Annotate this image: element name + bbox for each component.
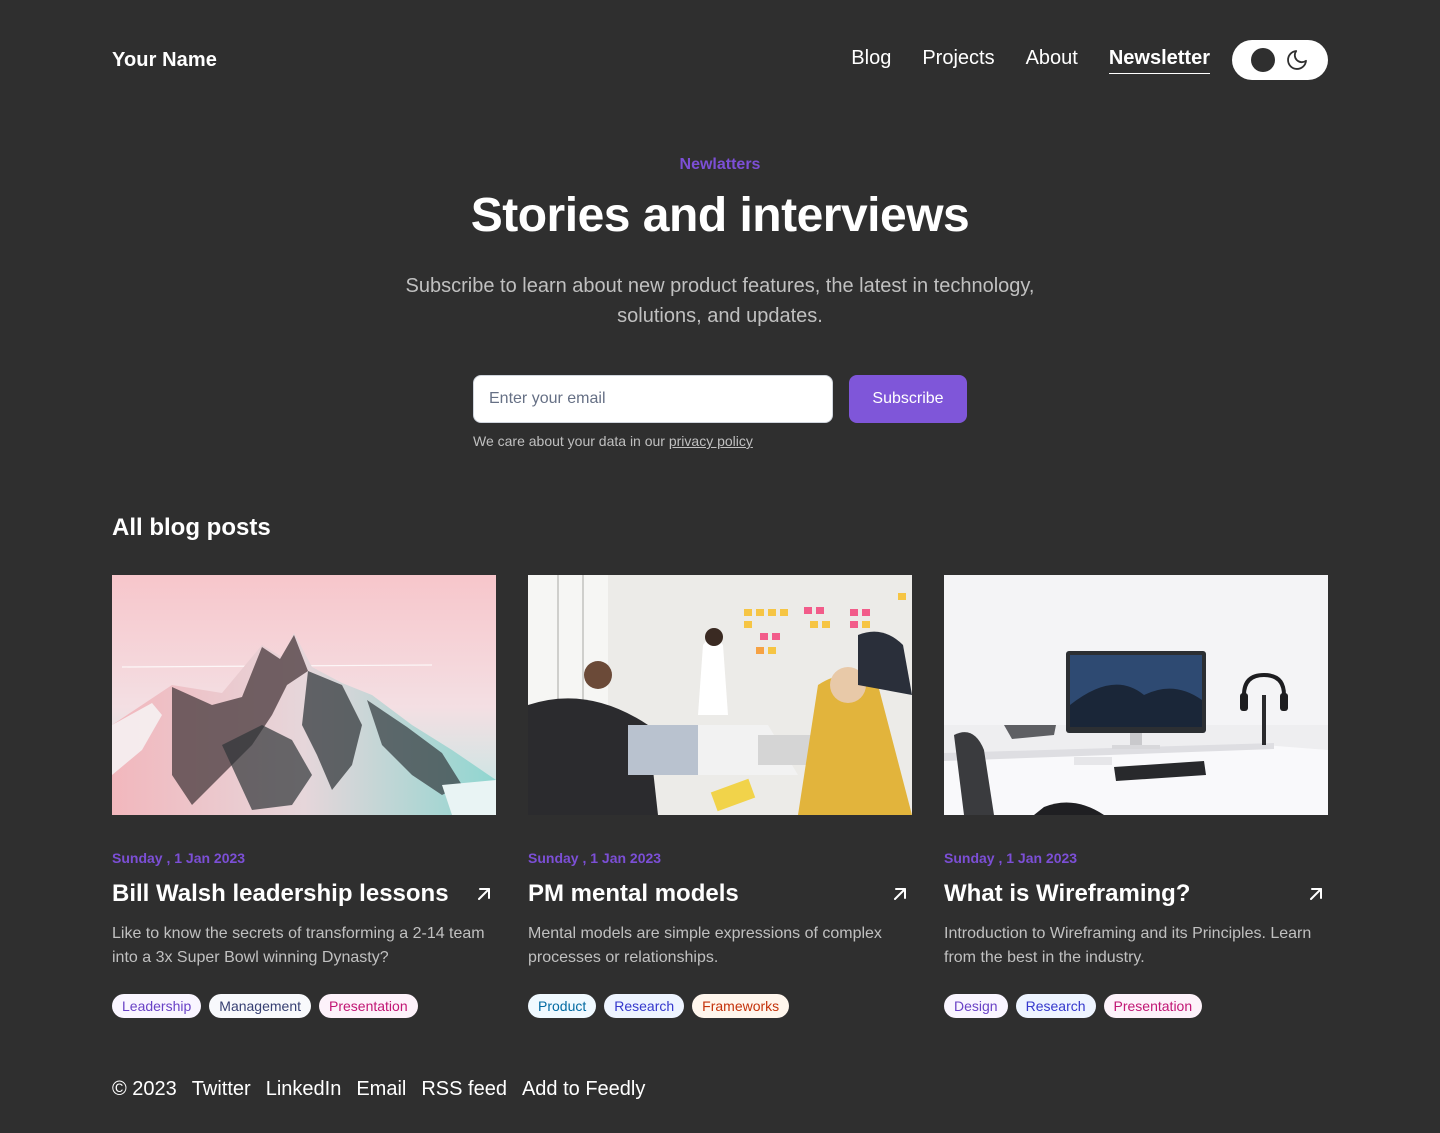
- nav-blog[interactable]: Blog: [851, 47, 891, 73]
- page-title: Stories and interviews: [470, 189, 970, 242]
- hero-eyebrow: Newlatters: [679, 156, 761, 173]
- post-tags: Design Research Presentation: [944, 994, 1328, 1018]
- tag-leadership[interactable]: Leadership: [112, 994, 202, 1018]
- post-tags: Leadership Management Presentation: [112, 994, 496, 1018]
- post-title-row: Bill Walsh leadership lessons: [112, 880, 496, 908]
- footer-link-email[interactable]: Email: [356, 1078, 406, 1101]
- tag-management[interactable]: Management: [209, 994, 311, 1018]
- footer-link-rss[interactable]: RSS feed: [421, 1078, 507, 1101]
- tag-product[interactable]: Product: [528, 994, 597, 1018]
- section-title: All blog posts: [112, 514, 271, 541]
- post-title[interactable]: PM mental models: [528, 880, 739, 908]
- tag-research[interactable]: Research: [604, 994, 685, 1018]
- arrow-up-right-icon[interactable]: [472, 882, 496, 906]
- toggle-knob-icon: [1251, 48, 1275, 72]
- tag-research[interactable]: Research: [1015, 994, 1096, 1018]
- site-logo[interactable]: Your Name: [112, 49, 217, 72]
- post-title-row: What is Wireframing?: [944, 880, 1328, 908]
- privacy-prefix: We care about your data in our: [473, 433, 669, 449]
- footer-link-twitter[interactable]: Twitter: [192, 1078, 251, 1101]
- post-date: Sunday , 1 Jan 2023: [944, 850, 1078, 866]
- footer-link-feedly[interactable]: Add to Feedly: [522, 1078, 645, 1101]
- post-title[interactable]: What is Wireframing?: [944, 880, 1190, 908]
- post-date: Sunday , 1 Jan 2023: [528, 850, 662, 866]
- tag-presentation[interactable]: Presentation: [319, 994, 418, 1018]
- hero-subtitle: Subscribe to learn about new product fea…: [405, 275, 1035, 327]
- tag-design[interactable]: Design: [944, 994, 1008, 1018]
- subscribe-button[interactable]: Subscribe: [849, 375, 967, 423]
- nav-projects[interactable]: Projects: [922, 47, 994, 73]
- post-title[interactable]: Bill Walsh leadership lessons: [112, 880, 449, 908]
- mountain-image[interactable]: [112, 575, 496, 815]
- copyright: © 2023: [112, 1078, 177, 1100]
- privacy-policy-link[interactable]: privacy policy: [669, 433, 753, 449]
- blog-card[interactable]: Sunday , 1 Jan 2023 PM mental models Men…: [528, 575, 912, 1018]
- post-description: Introduction to Wireframing and its Prin…: [944, 925, 1312, 966]
- tag-presentation[interactable]: Presentation: [1103, 994, 1203, 1018]
- meeting-image[interactable]: [528, 575, 912, 815]
- subscribe-form: Subscribe: [473, 375, 967, 423]
- site-footer: © 2023 Twitter LinkedIn Email RSS feed A…: [112, 1078, 1328, 1101]
- site-header: Your Name Blog Projects About Newsletter: [112, 40, 1328, 80]
- privacy-note: We care about your data in our privacy p…: [473, 433, 753, 449]
- footer-link-linkedin[interactable]: LinkedIn: [266, 1078, 342, 1101]
- blog-card[interactable]: Sunday , 1 Jan 2023 What is Wireframing?…: [944, 575, 1328, 1018]
- email-input[interactable]: [473, 375, 833, 423]
- arrow-up-right-icon[interactable]: [888, 882, 912, 906]
- tag-frameworks[interactable]: Frameworks: [692, 994, 790, 1018]
- post-tags: Product Research Frameworks: [528, 994, 912, 1018]
- arrow-up-right-icon[interactable]: [1304, 882, 1328, 906]
- nav-about[interactable]: About: [1026, 47, 1078, 73]
- blog-post-list: Sunday , 1 Jan 2023 Bill Walsh leadershi…: [112, 575, 1328, 1018]
- desk-setup-image[interactable]: [944, 575, 1328, 815]
- theme-toggle[interactable]: [1232, 40, 1328, 80]
- moon-icon: [1287, 50, 1307, 70]
- main-nav: Blog Projects About Newsletter: [820, 40, 1328, 80]
- post-description: Mental models are simple expressions of …: [528, 925, 882, 966]
- post-description: Like to know the secrets of transforming…: [112, 925, 485, 966]
- newsletter-hero: Newlatters Stories and interviews Subscr…: [112, 156, 1328, 331]
- blog-card[interactable]: Sunday , 1 Jan 2023 Bill Walsh leadershi…: [112, 575, 496, 1018]
- post-date: Sunday , 1 Jan 2023: [112, 850, 246, 866]
- nav-newsletter[interactable]: Newsletter: [1108, 47, 1210, 74]
- post-title-row: PM mental models: [528, 880, 912, 908]
